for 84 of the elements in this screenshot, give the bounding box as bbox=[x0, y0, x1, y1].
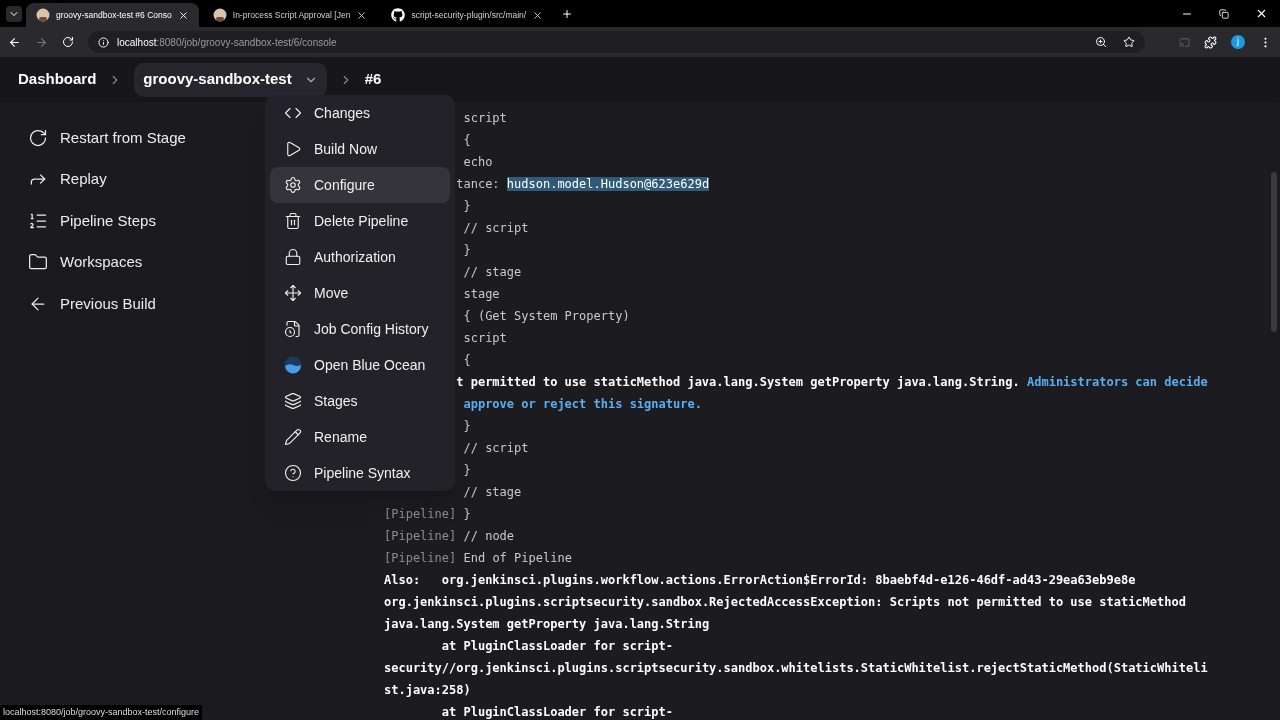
file-clock-icon bbox=[284, 320, 302, 338]
console-text: } bbox=[463, 507, 471, 521]
console-text: // script bbox=[463, 221, 529, 235]
url-text: localhost:8080/job/groovy-sandbox-test/6/console bbox=[117, 35, 337, 50]
console-text: { bbox=[463, 353, 471, 367]
console-text: // stage bbox=[463, 485, 522, 499]
console-text: t permitted to use staticMethod java.lang.System getProperty java.lang.String. bbox=[456, 375, 1021, 389]
menu-item[interactable]: Open Blue Ocean bbox=[270, 347, 450, 383]
back-icon[interactable] bbox=[8, 35, 21, 49]
console-text: at PluginClassLoader for script- bbox=[440, 639, 673, 653]
menu-item[interactable]: Authorization bbox=[270, 239, 450, 275]
bookmark-star-icon[interactable] bbox=[1123, 36, 1135, 48]
console-text: { bbox=[463, 133, 471, 147]
pipeline-prefix: [Pipeline] bbox=[384, 507, 458, 521]
console-text: st.java:258) bbox=[384, 683, 471, 697]
menu-item[interactable]: Move bbox=[270, 275, 450, 311]
menu-item[interactable]: Delete Pipeline bbox=[270, 203, 450, 239]
menu-item[interactable]: Configure bbox=[270, 167, 450, 203]
console-text: { (Get System Property) bbox=[463, 309, 630, 323]
zoom-icon[interactable] bbox=[1095, 36, 1107, 48]
console-text: } bbox=[463, 199, 471, 213]
console-text: } bbox=[463, 419, 471, 433]
browser-tab[interactable]: In-process Script Approval [Jen bbox=[202, 3, 378, 27]
close-icon[interactable] bbox=[532, 9, 544, 21]
pipeline-prefix: [Pipeline] bbox=[384, 529, 458, 543]
menu-item[interactable]: Pipeline Syntax bbox=[270, 455, 450, 491]
butler-icon bbox=[212, 8, 227, 22]
settings-icon bbox=[284, 176, 302, 194]
move-icon bbox=[284, 284, 302, 302]
menu-item[interactable]: Job Config History bbox=[270, 311, 450, 347]
restore-icon[interactable] bbox=[1219, 8, 1229, 19]
ocean-icon bbox=[284, 356, 302, 374]
breadcrumb-link[interactable]: #6 bbox=[364, 68, 382, 91]
console-text: script bbox=[463, 111, 507, 125]
console-link[interactable]: approve or reject this signature. bbox=[463, 397, 702, 411]
github-icon bbox=[391, 8, 406, 22]
console-text: tance: bbox=[456, 177, 501, 191]
console-text: } bbox=[463, 243, 471, 257]
lock-icon bbox=[284, 248, 302, 266]
console-text: // stage bbox=[463, 265, 522, 279]
restart-icon bbox=[28, 127, 48, 148]
menu-item[interactable]: Stages bbox=[270, 383, 450, 419]
layers-icon bbox=[284, 392, 302, 410]
play-icon bbox=[284, 140, 302, 158]
breadcrumb-link[interactable]: Dashboard bbox=[18, 68, 97, 91]
pencil-icon bbox=[284, 428, 302, 446]
console-text: script bbox=[463, 331, 507, 345]
pipeline-prefix: [Pipeline] bbox=[384, 551, 458, 565]
console-text: security//org.jenkinsci.plugins.scriptsecurity.sandbox.whitelists.StaticWhitelist.rejectStaticMethod(StaticWhiteli bbox=[384, 661, 1208, 675]
console-text: hudson.model.Hudson@623e629d bbox=[506, 177, 710, 191]
tab-title: script-security-plugin/src/main/ bbox=[411, 8, 527, 22]
info-icon bbox=[98, 36, 109, 48]
menu-item[interactable]: Build Now bbox=[270, 131, 450, 167]
console-text: End of Pipeline bbox=[463, 551, 572, 565]
status-bar-url: localhost:8080/job/groovy-sandbox-test/configure bbox=[0, 705, 203, 720]
menu-item[interactable]: Changes bbox=[270, 95, 450, 131]
job-breadcrumb[interactable]: groovy-sandbox-test bbox=[134, 62, 327, 97]
menu-item[interactable]: Rename bbox=[270, 419, 450, 455]
console-text: at PluginClassLoader for script- bbox=[440, 705, 673, 719]
tab-title: In-process Script Approval [Jen bbox=[232, 8, 351, 22]
address-field[interactable]: localhost:8080/job/groovy-sandbox-test/6/console bbox=[88, 31, 1145, 53]
close-icon[interactable] bbox=[356, 9, 368, 21]
console-text: // node bbox=[463, 529, 515, 543]
console-text: echo bbox=[463, 155, 493, 169]
close-icon[interactable] bbox=[177, 9, 189, 21]
close-icon[interactable] bbox=[1255, 7, 1268, 20]
console-text: // script bbox=[463, 441, 529, 455]
console-text: stage bbox=[463, 287, 500, 301]
trash-icon bbox=[284, 212, 302, 230]
extensions-icon[interactable] bbox=[1204, 35, 1217, 49]
tab-title: groovy-sandbox-test #6 Conso bbox=[56, 8, 172, 22]
console-text: Also: org.jenkinsci.plugins.workflow.actions.ErrorAction$ErrorId: 8baebf4d-e126-46df-ad43-29ea63eb9e8e bbox=[384, 573, 1136, 587]
help-icon bbox=[284, 464, 302, 482]
console-text: } bbox=[463, 463, 471, 477]
browser-tab[interactable]: script-security-plugin/src/main/ bbox=[381, 3, 554, 27]
console-text: java.lang.System getProperty java.lang.String bbox=[384, 617, 710, 631]
console-text: org.jenkinsci.plugins.scriptsecurity.sandbox.RejectedAccessException: Scripts not permitted to use staticMethod bbox=[384, 595, 1186, 609]
browser-tab[interactable]: groovy-sandbox-test #6 Conso bbox=[26, 3, 199, 27]
butler-icon bbox=[36, 8, 50, 22]
tab-list-button[interactable] bbox=[6, 5, 22, 22]
new-tab-icon[interactable] bbox=[561, 7, 574, 20]
forward-icon[interactable] bbox=[35, 35, 48, 49]
console-link[interactable]: Administrators can decide bbox=[1027, 375, 1208, 389]
reload-icon[interactable] bbox=[62, 36, 74, 48]
